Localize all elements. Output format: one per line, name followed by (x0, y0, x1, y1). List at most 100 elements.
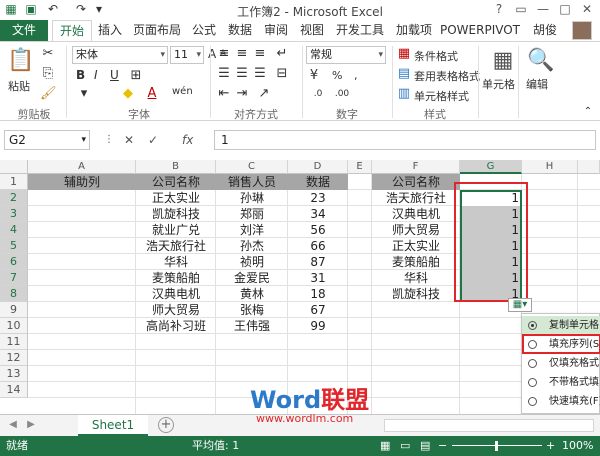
menu-item-fill-formatting[interactable]: 仅填充格式 (522, 354, 600, 373)
table-cell[interactable]: 56 (288, 222, 348, 238)
tab-data[interactable]: 数据 (224, 20, 256, 41)
save-icon[interactable]: ▣ (24, 2, 38, 16)
user-avatar[interactable] (572, 21, 592, 40)
table-cell[interactable]: 23 (288, 190, 348, 206)
column-header-h[interactable]: H (522, 160, 578, 174)
table-cell[interactable]: 67 (288, 302, 348, 318)
tab-insert[interactable]: 插入 (94, 20, 126, 41)
row-header[interactable]: 13 (0, 366, 28, 382)
select-all-corner[interactable] (0, 160, 28, 174)
page-break-view-icon[interactable]: ▤ (420, 436, 430, 456)
percent-button[interactable]: % (332, 69, 342, 82)
name-box[interactable]: G2 ▾ (4, 130, 90, 150)
zoom-slider-thumb[interactable] (495, 441, 498, 451)
user-name[interactable]: 胡俊 (530, 20, 560, 41)
list-cell[interactable]: 麦策船舶 (372, 254, 460, 270)
cell-styles-icon[interactable]: ▥ (396, 86, 412, 102)
header-cell-f[interactable]: 公司名称 (372, 174, 460, 190)
table-cell[interactable]: 浩天旅行社 (136, 238, 216, 254)
underline-button[interactable]: U (110, 68, 119, 82)
row-header[interactable]: 6 (0, 254, 28, 270)
table-cell[interactable]: 34 (288, 206, 348, 222)
table-cell[interactable]: 就业广兑 (136, 222, 216, 238)
enter-icon[interactable]: ✓ (148, 130, 158, 150)
table-cell[interactable]: 王伟强 (216, 318, 288, 334)
align-middle-icon[interactable]: ≡ (234, 46, 250, 62)
merge-center-icon[interactable]: ⊟ (274, 66, 290, 82)
scroll-right-icon[interactable]: ▶ (24, 418, 38, 432)
ribbon-display-icon[interactable]: ▭ (512, 1, 530, 17)
table-cell[interactable]: 黄林 (216, 286, 288, 302)
column-header-d[interactable]: D (288, 160, 348, 174)
conditional-format-icon[interactable]: ▦ (396, 46, 412, 62)
menu-item-copy-cells[interactable]: 复制单元格 (522, 316, 600, 335)
table-cell[interactable]: 祯明 (216, 254, 288, 270)
paste-label[interactable]: 粘贴 (8, 78, 30, 94)
table-cell[interactable]: 张梅 (216, 302, 288, 318)
currency-icon[interactable]: ¥ (306, 68, 322, 84)
column-header-b[interactable]: B (136, 160, 216, 174)
menu-item-fill-without-formatting[interactable]: 不带格式填 (522, 373, 600, 392)
cells-button[interactable]: 单元格 (482, 76, 515, 92)
column-header-e[interactable]: E (348, 160, 372, 174)
tab-powerpivot[interactable]: POWERPIVOT (440, 20, 520, 41)
table-cell[interactable]: 郑丽 (216, 206, 288, 222)
table-cell[interactable]: 正太实业 (136, 190, 216, 206)
phonetic-button[interactable]: wén (172, 86, 193, 97)
fill-color-icon[interactable]: ◆ (120, 86, 136, 102)
horizontal-scrollbar[interactable] (384, 419, 594, 432)
row-header[interactable]: 2 (0, 190, 28, 206)
paste-icon[interactable]: 📋 (6, 46, 36, 76)
row-header[interactable]: 11 (0, 334, 28, 350)
table-cell[interactable]: 18 (288, 286, 348, 302)
formula-input[interactable]: 1 (214, 130, 596, 150)
align-top-icon[interactable]: ≡ (216, 46, 232, 62)
copy-icon[interactable]: ⎘ (40, 66, 56, 82)
row-header[interactable]: 5 (0, 238, 28, 254)
format-as-table-button[interactable]: 套用表格格式 (414, 68, 480, 84)
header-cell-d[interactable]: 数据 (288, 174, 348, 190)
redo-icon[interactable]: ↷ (74, 2, 88, 16)
tab-home[interactable]: 开始 (52, 20, 92, 41)
table-cell[interactable]: 师大贸易 (136, 302, 216, 318)
bold-button[interactable]: B (76, 68, 85, 82)
row-header[interactable]: 1 (0, 174, 28, 190)
align-right-icon[interactable]: ☰ (252, 66, 268, 82)
decrease-decimal-icon[interactable]: .00 (334, 86, 350, 102)
list-cell[interactable]: 正太实业 (372, 238, 460, 254)
increase-decimal-icon[interactable]: .0 (310, 86, 326, 102)
column-header-f[interactable]: F (372, 160, 460, 174)
table-cell[interactable]: 孙琳 (216, 190, 288, 206)
table-cell[interactable]: 麦策船舶 (136, 270, 216, 286)
tab-view[interactable]: 视图 (296, 20, 328, 41)
column-header-g[interactable]: G (460, 160, 522, 174)
table-cell[interactable]: 刘洋 (216, 222, 288, 238)
font-size-select[interactable]: 11 ▾ (170, 46, 204, 64)
align-center-icon[interactable]: ☰ (234, 66, 250, 82)
decrease-indent-icon[interactable]: ⇤ (216, 86, 232, 102)
increase-indent-icon[interactable]: ⇥ (234, 86, 250, 102)
row-header[interactable]: 8 (0, 286, 28, 302)
table-cell[interactable]: 66 (288, 238, 348, 254)
list-cell[interactable]: 凯旋科技 (372, 286, 460, 302)
tab-review[interactable]: 审阅 (260, 20, 292, 41)
table-cell[interactable]: 凯旋科技 (136, 206, 216, 222)
column-header-c[interactable]: C (216, 160, 288, 174)
menu-item-flash-fill[interactable]: 快速填充(F) (522, 392, 600, 411)
borders-dropdown-icon[interactable]: ▾ (76, 86, 92, 102)
minimize-icon[interactable]: — (534, 1, 552, 17)
wrap-text-icon[interactable]: ↵ (274, 46, 290, 62)
help-button[interactable]: ? (490, 1, 508, 17)
font-name-select[interactable]: 宋体 ▾ (72, 46, 168, 64)
number-format-select[interactable]: 常规 ▾ (306, 46, 386, 64)
list-cell[interactable]: 师大贸易 (372, 222, 460, 238)
maximize-icon[interactable]: □ (556, 1, 574, 17)
tab-formulas[interactable]: 公式 (188, 20, 220, 41)
normal-view-icon[interactable]: ▦ (380, 436, 390, 456)
close-icon[interactable]: ✕ (578, 1, 596, 17)
undo-icon[interactable]: ↶ (46, 2, 60, 16)
table-cell[interactable]: 31 (288, 270, 348, 286)
editing-icon[interactable]: 🔍 (526, 46, 556, 76)
collapse-ribbon-icon[interactable]: ⌃ (580, 104, 596, 120)
list-cell[interactable]: 浩天旅行社 (372, 190, 460, 206)
